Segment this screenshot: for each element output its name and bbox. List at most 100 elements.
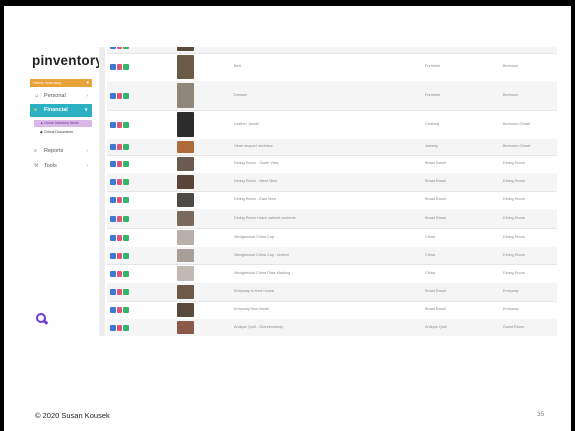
view-icon[interactable] [123,197,129,203]
item-name: Dresser [234,93,248,97]
item-thumbnail[interactable] [177,285,194,299]
delete-icon[interactable] [116,235,122,241]
table-row[interactable]: Dining Room - East View Broad Brush Dining… [107,191,557,210]
view-icon[interactable] [123,64,129,70]
row-action-buttons [110,325,130,336]
edit-icon[interactable] [110,47,116,49]
delete-icon[interactable] [116,144,122,150]
table-row[interactable]: Antique Quilt - Grandmoderly Antique Quil… [107,319,557,336]
view-icon[interactable] [123,289,129,295]
item-thumbnail[interactable] [177,175,194,189]
item-thumbnail[interactable] [177,321,194,334]
submenu-item-critical-documents[interactable]: ◆ Critical Documents [34,129,92,136]
brand-q-icon-tail [43,320,49,325]
item-thumbnail[interactable] [177,55,194,79]
delete-icon[interactable] [116,197,122,203]
item-thumbnail[interactable] [177,157,194,171]
sidebar-item-tools[interactable]: ⚒ Tools › [30,161,92,171]
view-icon[interactable] [123,161,129,167]
slide-left-border [0,0,4,431]
edit-icon[interactable] [110,161,116,167]
table-row[interactable]: Entryway to front house Broad Brush Entryw… [107,283,557,302]
item-thumbnail[interactable] [177,266,194,281]
table-row[interactable]: Bed Furniture Bedroom [107,53,557,82]
delete-icon[interactable] [116,271,122,277]
edit-icon[interactable] [110,325,116,331]
edit-icon[interactable] [110,307,116,313]
delete-icon[interactable] [116,179,122,185]
edit-icon[interactable] [110,271,116,277]
item-thumbnail[interactable] [177,141,194,153]
view-icon[interactable] [123,144,129,150]
row-action-buttons [110,122,130,140]
delete-icon[interactable] [116,161,122,167]
edit-icon[interactable] [110,235,116,241]
item-thumbnail[interactable] [177,249,194,262]
delete-icon[interactable] [116,325,122,331]
edit-icon[interactable] [110,93,116,99]
table-row[interactable]: Entryway from inside Broad Brush Entryway [107,301,557,320]
home-inventory-menu-tag[interactable]: Home Inventory ▾ [30,79,92,87]
view-icon[interactable] [123,235,129,241]
view-icon[interactable] [123,93,129,99]
table-row[interactable]: Leather Jacket Clothing Bedroom Closet [107,110,557,140]
edit-icon[interactable] [110,197,116,203]
table-row[interactable]: Dining Room - West View Broad Brush Dining… [107,173,557,192]
edit-icon[interactable] [110,289,116,295]
item-thumbnail[interactable] [177,230,194,245]
edit-icon[interactable] [110,64,116,70]
sidebar-item-financial[interactable]: ● Financial ∨ [30,104,92,117]
delete-icon[interactable] [116,122,122,128]
sidebar-item-personal[interactable]: ☺ Personal › [30,91,92,101]
item-room: Dining Room [503,161,525,165]
edit-icon[interactable] [110,144,116,150]
table-row[interactable]: Heart shaped necklace Jewelry Bedroom Clos… [107,139,557,156]
view-icon[interactable] [123,271,129,277]
item-thumbnail[interactable] [177,83,194,108]
item-room: Entryway [503,307,519,311]
table-row[interactable]: Wedgewood China Cup China Dining Room [107,228,557,248]
view-icon[interactable] [123,307,129,313]
view-icon[interactable] [123,179,129,185]
edit-icon[interactable] [110,216,116,222]
item-thumbnail[interactable] [177,47,194,51]
item-thumbnail[interactable] [177,303,194,317]
item-thumbnail[interactable] [177,211,194,226]
view-icon[interactable] [123,122,129,128]
app-logo[interactable]: pinventory* [32,53,105,68]
item-name: Entryway from inside [234,307,270,311]
view-icon[interactable] [123,253,129,259]
sidebar-item-label: Reports [44,148,64,154]
table-row[interactable]: Wedgewood China Cup - bottom China Dining … [107,247,557,265]
delete-icon[interactable] [116,64,122,70]
item-category: Furniture [425,93,441,97]
item-thumbnail[interactable] [177,193,194,207]
view-icon[interactable] [123,216,129,222]
table-row[interactable]: Dresser Furniture Bedroom [107,81,557,111]
delete-icon[interactable] [116,253,122,259]
delete-icon[interactable] [116,216,122,222]
sidebar-item-reports[interactable]: ≡ Reports › [30,146,92,156]
item-room: Dining Room [503,216,525,220]
delete-icon[interactable] [116,47,122,49]
row-action-buttons [110,93,130,111]
edit-icon[interactable] [110,179,116,185]
edit-icon[interactable] [110,253,116,259]
item-room: Dining Room [503,179,525,183]
item-name: Wedgewood China Plate Marking [234,271,291,275]
delete-icon[interactable] [116,93,122,99]
table-row[interactable]: Dining Room Hutch cabinet contents Broad … [107,209,557,229]
table-row[interactable]: Wedgewood China Plate Marking China Dining… [107,264,557,284]
submenu-item-home-inventory-items[interactable]: ▲ Home Inventory Items [34,120,92,127]
edit-icon[interactable] [110,122,116,128]
view-icon[interactable] [123,325,129,331]
view-icon[interactable] [123,47,129,49]
delete-icon[interactable] [116,307,122,313]
item-thumbnail[interactable] [177,112,194,137]
bar-chart-icon: ≡ [34,148,37,154]
item-name: Entryway to front house [234,289,274,293]
item-room: Bedroom Closet [503,122,531,126]
table-row[interactable]: Dining Room - South View Broad Brush Dinin… [107,155,557,174]
item-name: Bed [234,64,241,68]
delete-icon[interactable] [116,289,122,295]
